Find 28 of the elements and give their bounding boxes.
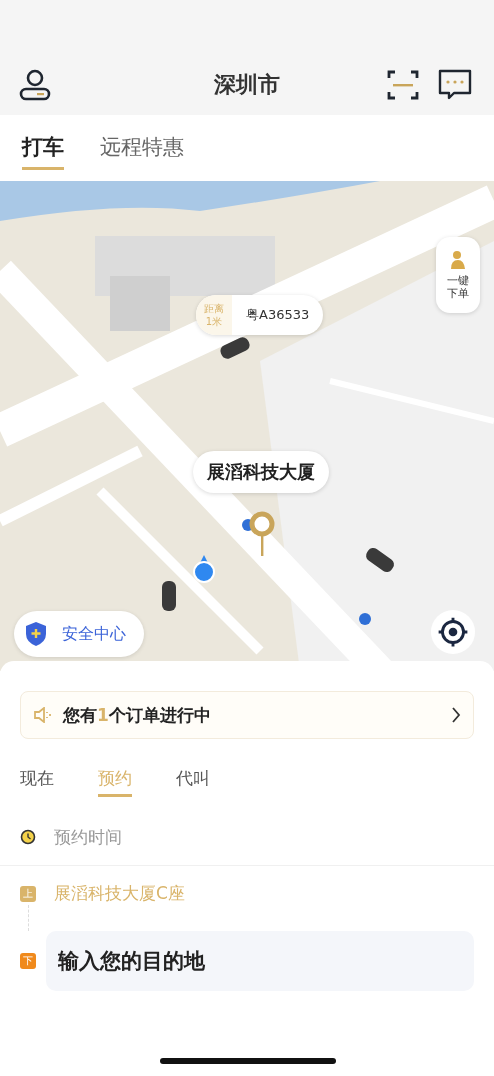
booking-time-field[interactable]: 预约时间 [54,823,254,851]
ride-mode-tab[interactable]: 现在 [20,765,54,797]
service-tab[interactable]: 远程特惠 [100,126,184,170]
clock-icon [20,829,36,845]
message-icon[interactable] [438,68,472,102]
safety-center-button[interactable]: 安全中心 [14,611,144,657]
order-notice-bar[interactable]: 您有1个订单进行中 [20,691,474,739]
service-tab[interactable]: 打车 [22,126,64,170]
user-icon[interactable] [18,68,52,102]
person-icon [448,250,468,270]
ride-mode-tab[interactable]: 代叫 [176,765,210,797]
locate-icon[interactable] [430,609,476,655]
pickup-pin-icon [249,511,275,557]
scan-icon[interactable] [386,68,420,102]
place-callout: 展滔科技大厦 [193,451,329,493]
speaker-icon [33,707,53,723]
location-dot-icon [192,555,216,583]
city-title[interactable]: 深圳市 [214,70,280,100]
car-icon [162,581,176,611]
shield-icon [24,621,48,647]
plate-number: 粤A36533 [245,306,311,324]
pickup-marker-icon: 上 [20,885,36,902]
bus-stop-icon [359,613,371,625]
destination-field[interactable]: 输入您的目的地 [46,931,474,991]
one-click-order-button[interactable]: 一键 下单 [436,237,480,313]
chevron-right-icon [451,706,461,724]
order-notice: 您有1个订单进行中 [63,703,212,727]
destination-marker-icon: 下 [20,953,36,969]
